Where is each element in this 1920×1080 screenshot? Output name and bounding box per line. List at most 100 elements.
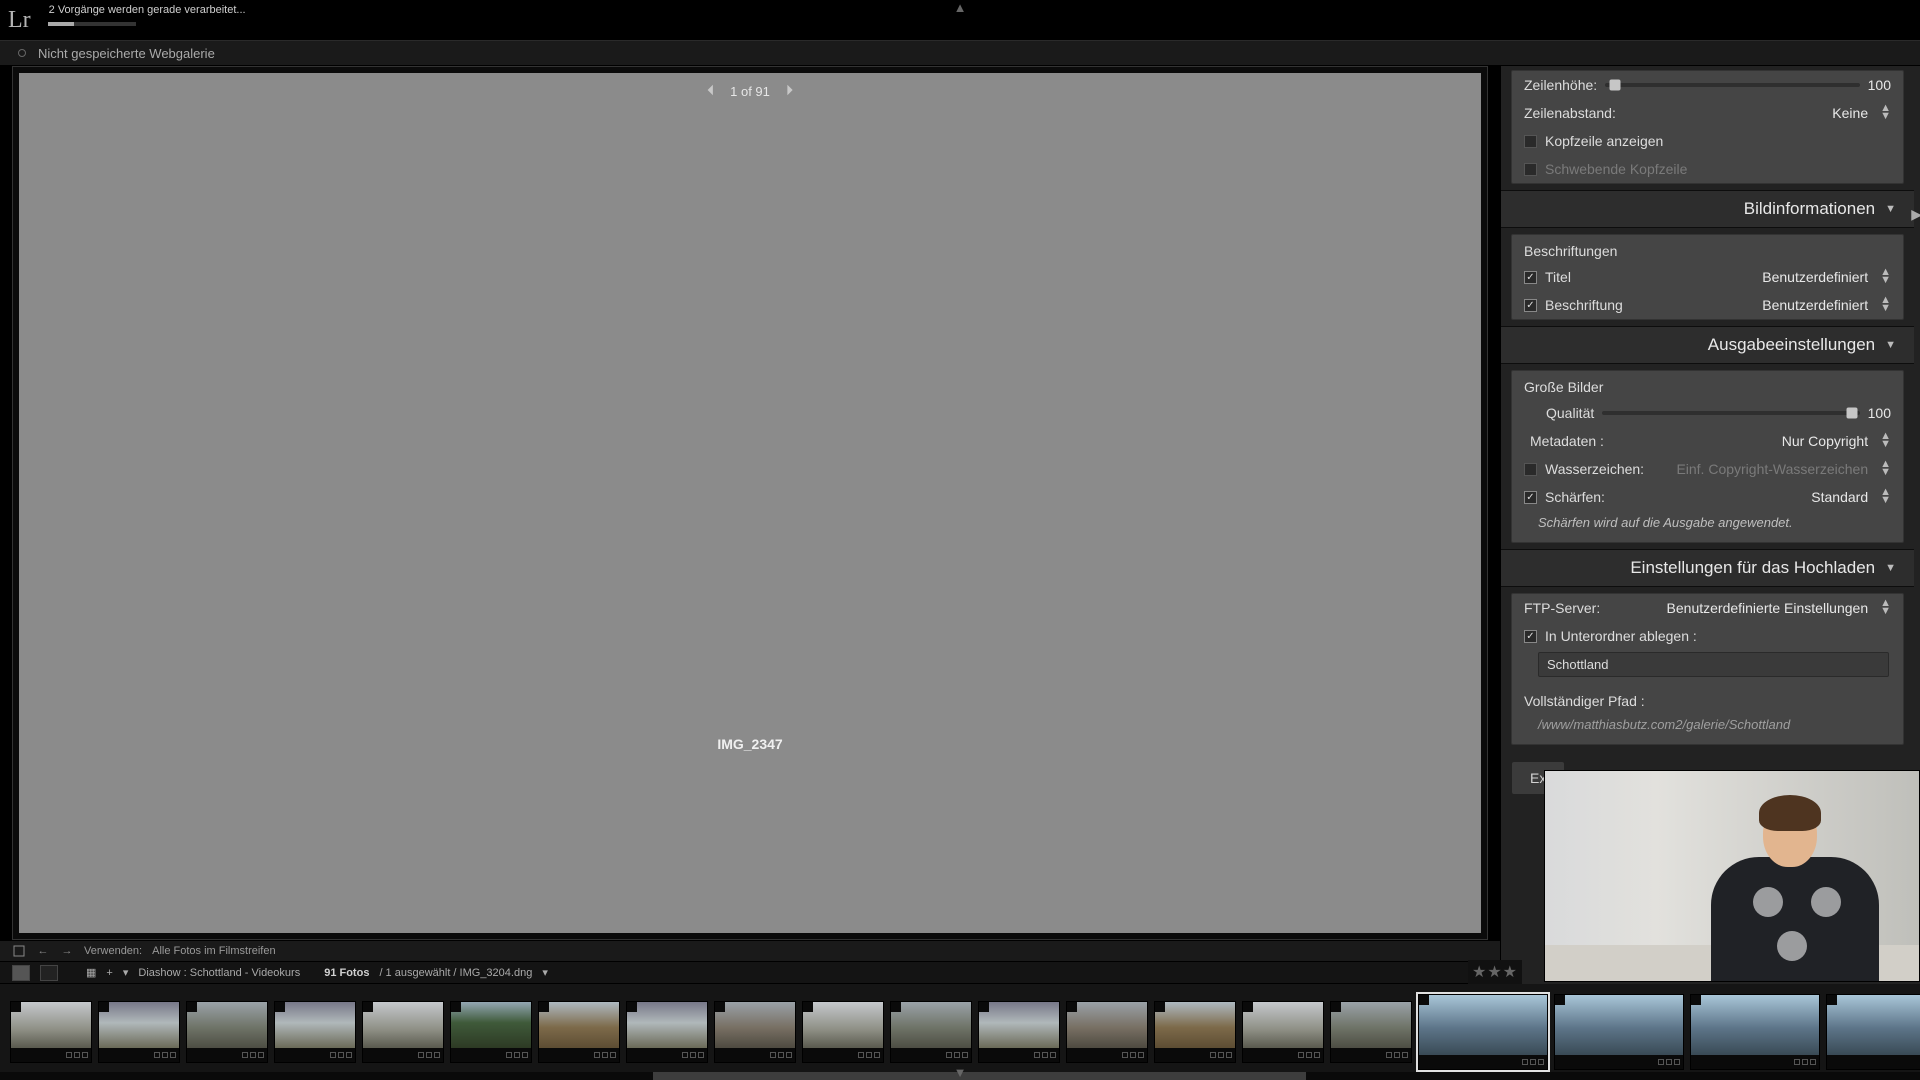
captions-title: Beschriftungen [1512,235,1903,263]
triangle-down-icon: ▼ [1885,203,1896,215]
filmstrip-thumb[interactable] [450,1001,532,1063]
filmstrip-thumb[interactable] [1242,1001,1324,1063]
row-height-label: Zeilenhöhe: [1524,77,1597,93]
filmstrip-thumb[interactable] [626,1001,708,1063]
collapse-panel-icon[interactable]: ▶ [1911,206,1920,223]
preview-canvas[interactable]: 1 of 91 IMG_2347 [19,73,1481,933]
filmstrip-thumb[interactable] [1418,994,1548,1070]
large-images-title: Große Bilder [1512,371,1903,399]
quality-slider[interactable] [1602,411,1859,415]
quality-label: Qualität [1546,405,1594,421]
filmstrip-thumb[interactable] [714,1001,796,1063]
metadata-stepper-icon[interactable]: ▲▼ [1880,433,1891,448]
processing-status: 2 Vorgänge werden gerade verarbeitet... [49,4,246,16]
title-label: Titel [1545,269,1571,285]
filmstrip-thumb[interactable] [1826,994,1920,1070]
section-upload[interactable]: Einstellungen für das Hochladen▼ [1501,549,1914,587]
show-header-label: Kopfzeile anzeigen [1545,133,1663,149]
watermark-stepper-icon[interactable]: ▲▼ [1880,461,1891,476]
sharpen-label: Schärfen: [1545,489,1605,505]
use-label: Verwenden: [84,945,142,957]
source-bar: ▦ + ▾ Diashow : Schottland - Videokurs 9… [0,962,1500,984]
grid-icon[interactable]: ▦ [86,966,96,979]
view-single-icon[interactable] [12,944,26,958]
webcam-overlay [1544,770,1920,982]
row-spacing-label: Zeilenabstand: [1524,105,1616,121]
filmstrip-thumb[interactable] [978,1001,1060,1063]
ftp-stepper-icon[interactable]: ▲▼ [1880,600,1891,615]
filmstrip-thumb[interactable] [98,1001,180,1063]
chevron-up-icon[interactable]: ▲ [954,0,967,15]
filmstrip-thumb[interactable] [186,1001,268,1063]
filmstrip-thumb[interactable] [1690,994,1820,1070]
caption-checkbox[interactable] [1524,299,1537,312]
sharpen-stepper-icon[interactable]: ▲▼ [1880,489,1891,504]
metadata-value[interactable]: Nur Copyright [1782,433,1868,449]
plus-icon[interactable]: + [106,967,112,979]
ftp-label: FTP-Server: [1524,600,1600,616]
subfolder-input[interactable]: Schottland [1538,652,1889,677]
filmstrip-thumb[interactable] [802,1001,884,1063]
sharpen-checkbox[interactable] [1524,491,1537,504]
watermark-value: Einf. Copyright-Wasserzeichen [1676,461,1868,477]
filmstrip-thumb[interactable] [362,1001,444,1063]
view-mode-2-button[interactable] [40,965,58,981]
preview-container: 1 of 91 IMG_2347 [12,66,1488,940]
title-checkbox[interactable] [1524,271,1537,284]
use-scope[interactable]: Alle Fotos im Filmstreifen [152,945,275,957]
prev-page-button[interactable] [704,83,718,100]
photo-count: 91 Fotos [324,967,369,979]
subfolder-checkbox[interactable] [1524,630,1537,643]
filmstrip-thumb[interactable] [538,1001,620,1063]
arrow-left-icon[interactable]: ← [36,944,50,958]
title-stepper-icon[interactable]: ▲▼ [1880,269,1891,284]
filmstrip-thumb[interactable] [1154,1001,1236,1063]
filmstrip-thumb[interactable] [1066,1001,1148,1063]
subfolder-label: In Unterordner ablegen : [1545,628,1697,644]
source-path[interactable]: Diashow : Schottland - Videokurs [138,967,300,979]
rating-stars[interactable]: ★★★ [1468,960,1522,984]
source-dropdown-icon[interactable]: ▾ [542,966,548,979]
filmstrip-thumb[interactable] [10,1001,92,1063]
row-height-value: 100 [1868,77,1891,93]
selection-info: / 1 ausgewählt / IMG_3204.dng [379,967,532,979]
pager-label: 1 of 91 [730,84,770,99]
row-spacing-value[interactable]: Keine [1832,105,1868,121]
filmstrip-thumb[interactable] [274,1001,356,1063]
preview-image-title: IMG_2347 [717,736,782,752]
gallery-subheader: Nicht gespeicherte Webgalerie [0,40,1920,66]
quality-value: 100 [1868,405,1891,421]
tool-strip: ← → Verwenden: Alle Fotos im Filmstreife… [0,940,1500,962]
metadata-label: Metadaten : [1530,433,1604,449]
row-spacing-stepper-icon[interactable]: ▲▼ [1880,105,1891,120]
floating-header-label: Schwebende Kopfzeile [1545,161,1687,177]
ftp-value[interactable]: Benutzerdefinierte Einstellungen [1667,600,1869,616]
filmstrip-thumb[interactable] [1330,1001,1412,1063]
arrow-right-icon[interactable]: → [60,944,74,958]
sharpen-value[interactable]: Standard [1811,489,1868,505]
sharpen-note: Schärfen wird auf die Ausgabe angewendet… [1512,511,1903,542]
row-height-slider[interactable] [1605,83,1859,87]
app-logo: Lr [8,7,31,34]
watermark-label: Wasserzeichen: [1545,461,1644,477]
floating-header-checkbox [1524,163,1537,176]
title-value[interactable]: Benutzerdefiniert [1762,269,1868,285]
section-image-info[interactable]: Bildinformationen▼ [1501,190,1914,228]
chevron-down-icon[interactable]: ▼ [954,1065,967,1080]
watermark-checkbox[interactable] [1524,463,1537,476]
caption-value[interactable]: Benutzerdefiniert [1762,297,1868,313]
filmstrip-thumb[interactable] [1554,994,1684,1070]
view-mode-1-button[interactable] [12,965,30,981]
filmstrip-thumb[interactable] [890,1001,972,1063]
triangle-down-icon: ▼ [1885,562,1896,574]
caption-label: Beschriftung [1545,297,1623,313]
pager: 1 of 91 [704,83,796,100]
show-header-checkbox[interactable] [1524,135,1537,148]
title-bar: Lr 2 Vorgänge werden gerade verarbeitet.… [0,0,1920,40]
fullpath-label: Vollständiger Pfad : [1524,693,1645,709]
chevron-down-icon[interactable]: ▾ [123,966,129,979]
section-output[interactable]: Ausgabeeinstellungen▼ [1501,326,1914,364]
progress-bar [48,22,136,26]
caption-stepper-icon[interactable]: ▲▼ [1880,297,1891,312]
next-page-button[interactable] [782,83,796,100]
